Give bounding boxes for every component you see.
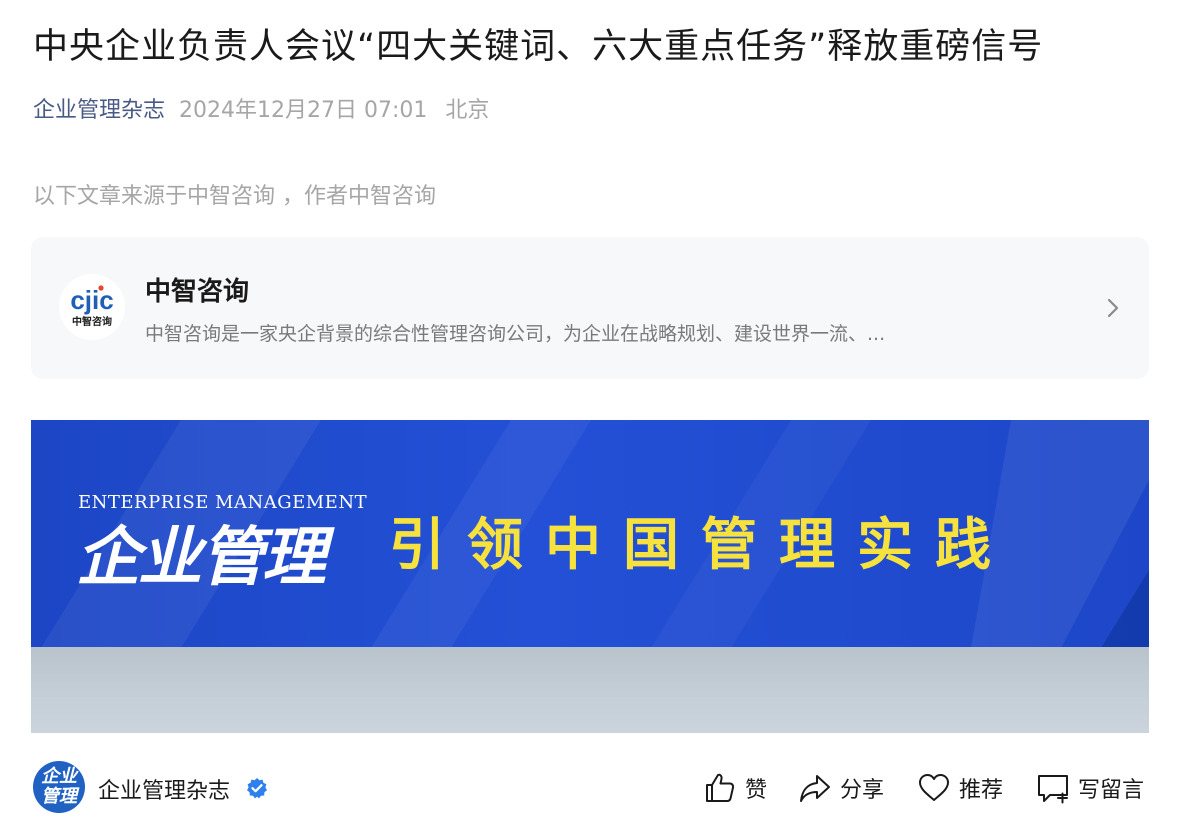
verified-badge-icon [247, 778, 267, 799]
publish-date: 2024年12月27日 07:01 [179, 98, 428, 123]
write-comment-button[interactable]: 写留言 [1036, 768, 1144, 808]
share-button[interactable]: 分享 [798, 768, 884, 808]
like-label: 赞 [745, 778, 768, 803]
like-button[interactable]: 赞 [703, 768, 767, 808]
publisher-link[interactable]: 企业管理杂志 [33, 98, 165, 123]
account-avatar[interactable]: 企业管理 [33, 761, 85, 813]
source-name: 中智咨询 [145, 277, 250, 307]
heart-icon [919, 774, 949, 801]
source-logo: cjic 中智咨询 [59, 274, 125, 340]
recommend-label: 推荐 [959, 778, 1004, 803]
chevron-right-icon [1107, 298, 1119, 318]
comment-icon [1038, 775, 1068, 804]
article-image [31, 647, 1149, 733]
thumbs-up-icon [706, 773, 735, 802]
source-logo-subtext: 中智咨询 [72, 315, 112, 328]
publish-location: 北京 [445, 98, 490, 123]
source-logo-text: cjic [70, 285, 113, 315]
write-comment-label: 写留言 [1078, 778, 1145, 803]
recommend-button[interactable]: 推荐 [917, 768, 1003, 808]
article-meta: 企业管理杂志 2024年12月27日 07:01 北京 [33, 92, 489, 124]
source-description: 中智咨询是一家央企背景的综合性管理咨询公司，为企业在战略规划、建设世界一流、..… [145, 323, 886, 345]
source-attribution: 以下文章来源于中智咨询 ，作者中智咨询 [33, 184, 436, 209]
banner-brand: 企业管理 [76, 520, 326, 595]
source-account-card[interactable]: cjic 中智咨询 中智咨询 中智咨询是一家央企背景的综合性管理咨询公司，为企业… [31, 237, 1149, 379]
share-icon [800, 775, 830, 802]
magazine-banner: ENTERPRISE MANAGEMENT 企业管理 引领中国管理实践 [31, 420, 1149, 648]
account-name[interactable]: 企业管理杂志 [98, 773, 230, 805]
share-label: 分享 [840, 778, 885, 803]
article-title: 中央企业负责人会议“四大关键词、六大重点任务”释放重磅信号 [33, 27, 1044, 67]
account-avatar-text: 企业管理 [41, 766, 77, 807]
banner-slogan: 引领中国管理实践 [389, 513, 1013, 578]
